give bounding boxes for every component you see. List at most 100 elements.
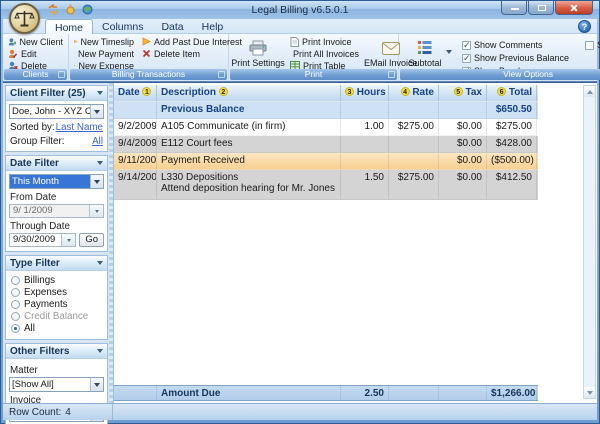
column-header-tax[interactable]: 5 Tax: [439, 85, 487, 101]
column-badge: 4: [401, 87, 410, 96]
edit-client-button[interactable]: Edit: [6, 48, 65, 59]
radio-all[interactable]: All: [11, 323, 102, 334]
radio-credit-balance: Credit Balance: [11, 311, 102, 322]
ribbon-group-print: Print Settings Print Invoice Print All I…: [229, 34, 399, 81]
calendar-dropdown-icon[interactable]: [61, 234, 75, 246]
chevron-down-icon: [97, 91, 103, 95]
table-row[interactable]: 9/4/2009 E112 Court fees $0.00 $428.00: [114, 136, 538, 153]
client-filter-title: Client Filter (25): [10, 88, 86, 99]
column-header-description[interactable]: Description 2: [157, 85, 341, 101]
print-all-invoices-button[interactable]: Print All Invoices: [288, 48, 360, 59]
type-filter-panel: Type Filter Billings Expenses Payments: [5, 255, 108, 340]
ribbon-group-clients: New Client Edit Delete Clients: [3, 34, 69, 81]
radio-billings[interactable]: Billings: [11, 275, 102, 286]
matter-select[interactable]: [Show All]: [9, 377, 104, 392]
column-header-hours[interactable]: 3 Hours: [341, 85, 389, 101]
table-row-payment[interactable]: 9/11/2009 Payment Received $0.00 ($500.0…: [114, 153, 538, 170]
scroll-down-icon[interactable]: [584, 387, 595, 398]
vertical-scrollbar[interactable]: [583, 85, 596, 399]
tab-help[interactable]: Help: [193, 19, 233, 34]
type-filter-header[interactable]: Type Filter: [6, 256, 107, 271]
grid-header-row: Date 1 Description 2 3 Hours 4 Rate 5 Ta…: [114, 85, 538, 102]
amount-due-label: Amount Due: [157, 386, 341, 400]
radio-payments[interactable]: Payments: [11, 299, 102, 310]
radio-expenses[interactable]: Expenses: [11, 287, 102, 298]
column-header-rate[interactable]: 4 Rate: [389, 85, 439, 101]
dialog-launcher-icon[interactable]: [218, 71, 225, 78]
tab-data[interactable]: Data: [152, 19, 192, 34]
print-settings-label: Print Settings: [231, 58, 285, 68]
cell-total: $650.50: [487, 102, 537, 118]
through-date-label: Through Date: [10, 221, 103, 232]
cell-rate: [389, 153, 439, 169]
show-comments-checkbox[interactable]: Show Comments: [462, 39, 569, 51]
ribbon-group-billing-transactions: New Timeslip New Payment New Expense Add: [69, 34, 229, 81]
table-row[interactable]: 9/2/2009 A105 Communicate (in firm) 1.00…: [114, 119, 538, 136]
cell-rate: [389, 136, 439, 152]
new-timeslip-button[interactable]: New Timeslip: [72, 36, 136, 47]
filter-sidebar: Client Filter (25) Doe, John - XYZ Corpo…: [3, 83, 109, 403]
column-badge: 5: [454, 87, 463, 96]
dialog-launcher-icon[interactable]: [388, 71, 395, 78]
print-invoice-button[interactable]: Print Invoice: [288, 36, 360, 47]
show-previous-balance-label: Show Previous Balance: [474, 53, 569, 63]
search-footer-checkbox[interactable]: Search Footer: [585, 39, 600, 51]
yellow-arrow-icon: [142, 37, 151, 46]
tab-columns[interactable]: Columns: [93, 19, 152, 34]
group-filter-link[interactable]: All: [92, 136, 103, 147]
ribbon-group-view-options: Subtotal Show Comments Show Previous Bal…: [399, 34, 600, 81]
show-previous-balance-checkbox[interactable]: Show Previous Balance: [462, 52, 569, 64]
date-range-select[interactable]: This Month: [9, 174, 104, 189]
app-menu-button[interactable]: [9, 3, 40, 34]
app-window: Legal Billing v6.5.0.1: [0, 0, 600, 424]
client-filter-panel: Client Filter (25) Doe, John - XYZ Corpo…: [5, 85, 108, 152]
sorted-by-link[interactable]: Last Name: [56, 122, 103, 133]
new-payment-button[interactable]: New Payment: [72, 48, 136, 59]
dialog-launcher-icon[interactable]: [58, 71, 65, 78]
envelope-icon: [382, 38, 400, 58]
qat-arrows-icon[interactable]: [47, 3, 60, 16]
radio-icon: [11, 300, 20, 309]
other-filters-header[interactable]: Other Filters: [6, 344, 107, 359]
scroll-up-icon[interactable]: [584, 86, 595, 97]
column-header-date[interactable]: Date 1: [114, 85, 157, 101]
row-count-label: Row Count:: [9, 407, 61, 418]
through-date-field[interactable]: 9/30/2009: [9, 233, 76, 247]
document-icon: [290, 37, 299, 47]
cell-description: E112 Court fees: [157, 136, 341, 152]
cell-description: A105 Communicate (in firm): [157, 119, 341, 135]
footer-date-cell: [114, 386, 157, 400]
date-filter-panel: Date Filter This Month From Date 9/ 1/20…: [5, 155, 108, 252]
help-icon[interactable]: [578, 20, 591, 33]
chevron-down-icon[interactable]: [90, 378, 103, 391]
close-button[interactable]: [555, 1, 593, 15]
print-settings-button[interactable]: Print Settings: [232, 36, 284, 71]
yellow-arrow-icon: [74, 49, 75, 58]
cell-date: [114, 102, 157, 118]
chevron-down-icon[interactable]: [90, 175, 103, 188]
chevron-down-icon[interactable]: [446, 50, 452, 54]
chevron-down-icon: [97, 161, 103, 165]
minimize-button[interactable]: [501, 1, 527, 15]
maximize-button[interactable]: [528, 1, 554, 15]
client-select[interactable]: Doe, John - XYZ Corporation: [9, 104, 104, 119]
qat-globe-icon[interactable]: [81, 3, 94, 16]
calendar-dropdown-icon: [89, 205, 103, 217]
table-row[interactable]: 9/14/2009 L330 Depositions Attend deposi…: [114, 170, 538, 200]
tab-home[interactable]: Home: [45, 19, 93, 34]
billings-label: Billings: [24, 275, 55, 286]
main-content: Client Filter (25) Doe, John - XYZ Corpo…: [3, 82, 597, 403]
chevron-down-icon[interactable]: [90, 105, 103, 118]
qat-hand-icon[interactable]: [64, 3, 77, 16]
cell-date: 9/2/2009: [114, 119, 157, 135]
group-caption-billing-transactions: Billing Transactions: [70, 69, 227, 80]
column-header-total[interactable]: 6 Total: [487, 85, 537, 101]
client-filter-header[interactable]: Client Filter (25): [6, 86, 107, 101]
date-filter-header[interactable]: Date Filter: [6, 156, 107, 171]
group-caption-view-options: View Options: [400, 69, 600, 80]
title-bar: Legal Billing v6.5.0.1: [1, 1, 599, 19]
table-row-previous-balance[interactable]: Previous Balance $650.50: [114, 102, 538, 119]
go-button[interactable]: Go: [79, 233, 104, 247]
new-client-button[interactable]: New Client: [6, 36, 65, 47]
cell-rate: [389, 102, 439, 118]
